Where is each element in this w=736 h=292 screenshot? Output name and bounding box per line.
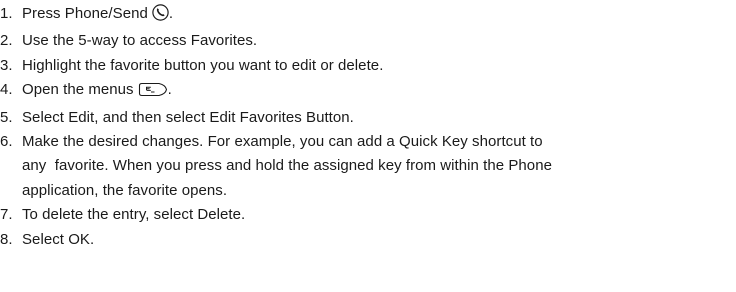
step-6: 6. Make the desired changes. For example,… xyxy=(0,130,736,203)
step-number: 5. xyxy=(0,108,13,126)
step-number: 3. xyxy=(0,56,13,74)
step-suffix: . xyxy=(168,5,174,22)
step-text: To delete the entry, select Delete. xyxy=(22,206,246,224)
step-text: Press Phone/Send xyxy=(22,5,148,22)
instruction-list: 1. Press Phone/Send. 2. Use the 5-way to a… xyxy=(0,2,736,252)
step-5: 5. Select Edit, and then select Edit Favo… xyxy=(0,106,736,130)
step-3: 3. Highlight the favorite button you want… xyxy=(0,54,736,78)
step-8: 8. Select OK. xyxy=(0,228,736,252)
step-text: Use the 5-way to access Favorites. xyxy=(22,32,258,50)
step-text: Select OK. xyxy=(22,230,95,248)
step-4: 4. Open the menus. xyxy=(0,78,736,105)
step-number: 4. xyxy=(0,81,13,99)
step-text: Select Edit, and then select Edit Favori… xyxy=(22,108,354,126)
step-text: Highlight the favorite button you want t… xyxy=(22,56,384,74)
step-suffix: . xyxy=(167,81,172,99)
step-number: 7. xyxy=(0,206,13,224)
step-text: Open the menus xyxy=(22,81,134,99)
step-7: 7. To delete the entry, select Delete. xyxy=(0,203,736,227)
step-text-line: Make the desired changes. For example, y… xyxy=(22,133,543,151)
phone-send-icon xyxy=(152,4,169,29)
step-1: 1. Press Phone/Send. xyxy=(0,2,736,29)
step-number: 8. xyxy=(0,230,13,248)
step-number: 1. xyxy=(0,5,13,22)
step-number: 6. xyxy=(0,133,13,151)
step-text-line: application, the favorite opens. xyxy=(22,181,228,199)
menu-icon xyxy=(138,81,168,105)
step-number: 2. xyxy=(0,32,13,50)
step-2: 2. Use the 5-way to access Favorites. xyxy=(0,29,736,53)
step-text-line: any favorite. When you press and hold th… xyxy=(22,157,552,175)
